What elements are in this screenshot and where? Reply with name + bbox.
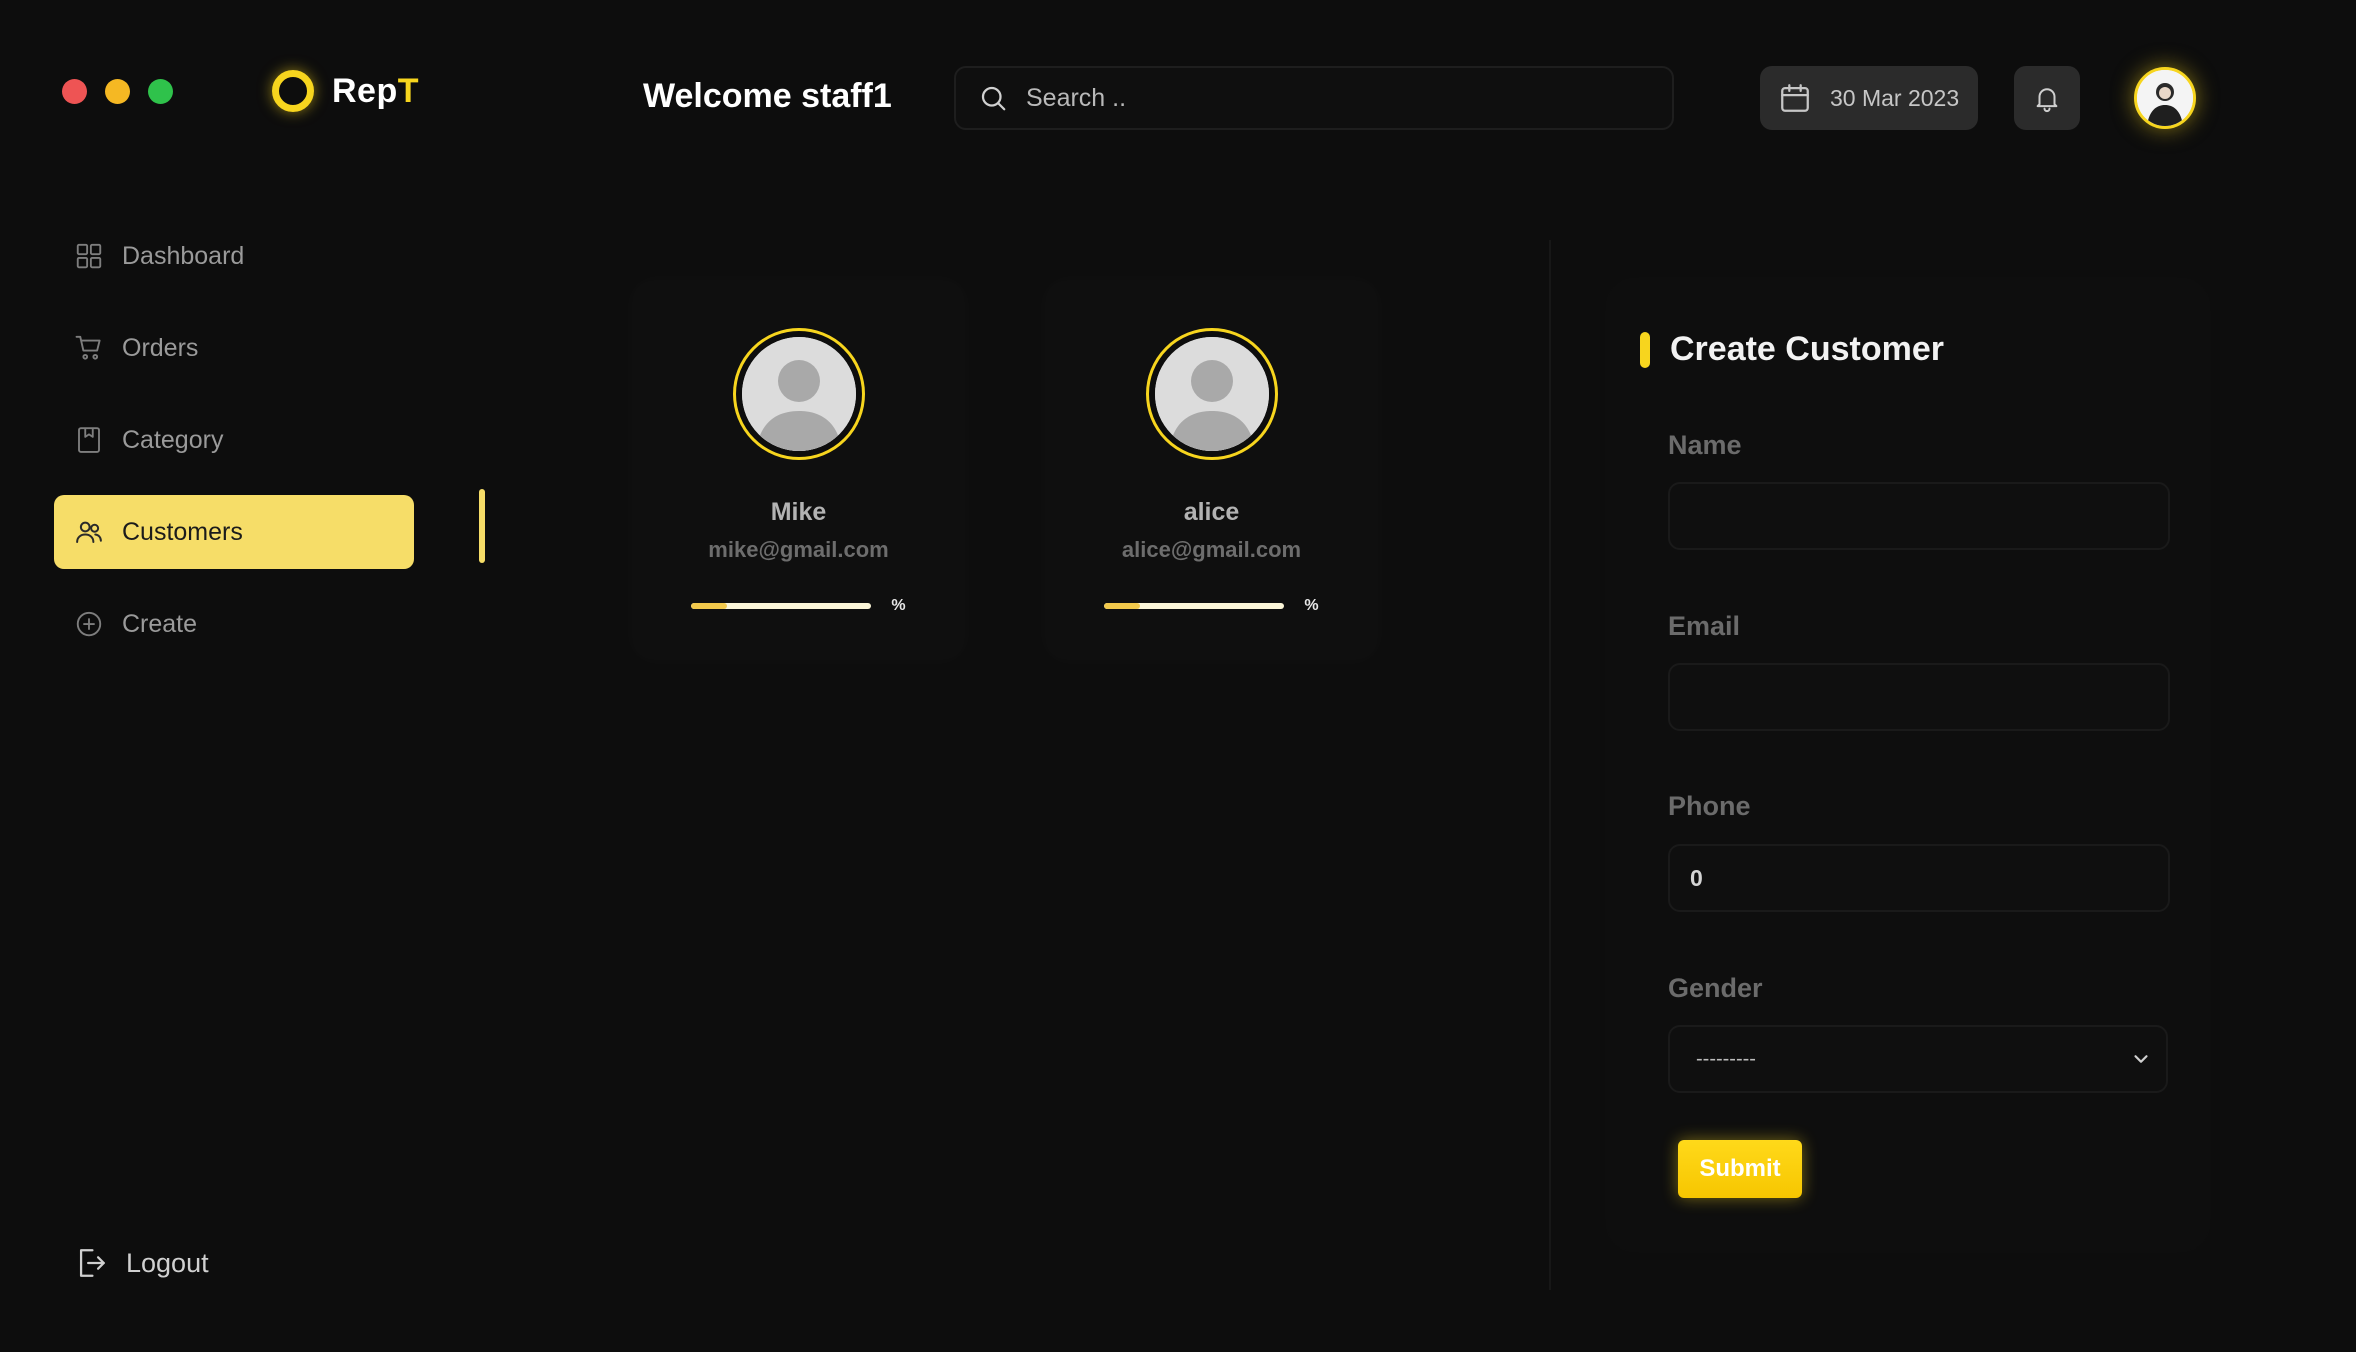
customer-cards: Mike mike@gmail.com % alice alice@gmail.… (632, 280, 1378, 660)
customer-card[interactable]: alice alice@gmail.com % (1045, 280, 1378, 660)
progress-percent: % (1304, 597, 1319, 614)
email-label: Email (1668, 611, 1741, 641)
default-avatar-icon (1154, 337, 1269, 451)
phone-field[interactable] (1668, 844, 2170, 912)
sidebar-item-dashboard[interactable]: Dashboard (54, 219, 414, 293)
logout-label: Logout (126, 1247, 209, 1278)
bookmark-icon (78, 427, 100, 453)
brand-name: RepT (332, 71, 420, 110)
sidebar-item-label: Create (122, 609, 198, 638)
customer-name: alice (1183, 498, 1240, 526)
customer-card[interactable]: Mike mike@gmail.com % (632, 280, 965, 660)
customer-email: mike@gmail.com (708, 537, 889, 562)
gender-label: Gender (1668, 973, 1763, 1003)
form-header: Create Customer (1640, 330, 1944, 369)
name-field[interactable] (1668, 482, 2170, 550)
form-title: Create Customer (1670, 330, 1944, 368)
progress-fill (691, 603, 728, 609)
progress-percent: % (891, 597, 906, 614)
cart-icon (75, 335, 101, 360)
logout-icon (79, 1249, 105, 1277)
user-avatar[interactable] (2134, 67, 2196, 129)
progress-track (691, 603, 872, 609)
bell-icon (2036, 88, 2058, 113)
search-icon (981, 86, 1006, 111)
plus-circle-icon (76, 611, 102, 637)
logout-button[interactable]: Logout (74, 1246, 209, 1280)
customer-avatar (1145, 328, 1278, 460)
sidebar-item-orders[interactable]: Orders (54, 311, 414, 385)
brand-logo[interactable]: RepT (272, 70, 419, 112)
create-customer-form: Create Customer Name Email Phone Gender … (1608, 280, 2208, 1250)
name-label: Name (1668, 430, 1742, 460)
customer-email: alice@gmail.com (1121, 537, 1302, 562)
sidebar-nav: Dashboard Orders Category Customers Crea… (54, 219, 414, 679)
logo-ring-icon (272, 70, 314, 112)
app-window: RepT Welcome staff1 30 Mar 2023 Dashboar… (0, 0, 2356, 1352)
chevron-down-icon (2134, 1055, 2148, 1063)
email-field[interactable] (1668, 663, 2170, 731)
customer-avatar (732, 328, 865, 460)
users-icon (76, 521, 102, 543)
progress-track (1104, 603, 1285, 609)
calendar-icon (1781, 84, 1809, 112)
date-text: 30 Mar 2023 (1830, 84, 1960, 111)
progress-fill (1104, 603, 1141, 609)
content-divider (1549, 240, 1551, 1290)
close-window-button[interactable] (62, 79, 87, 104)
search-bar[interactable] (954, 66, 1674, 130)
sidebar-item-category[interactable]: Category (54, 403, 414, 477)
customer-progress: % (691, 597, 906, 615)
grid-icon (76, 243, 102, 269)
gender-select[interactable]: --------- (1668, 1025, 2168, 1093)
welcome-heading: Welcome staff1 (643, 77, 892, 115)
gender-selected-value: --------- (1696, 1047, 1756, 1070)
notifications-button[interactable] (2014, 66, 2080, 130)
sidebar-item-label: Customers (122, 517, 243, 546)
phone-label: Phone (1668, 791, 1751, 821)
maximize-window-button[interactable] (148, 79, 173, 104)
default-avatar-icon (741, 337, 856, 451)
sidebar-item-label: Category (122, 425, 224, 454)
search-input[interactable] (1026, 83, 1626, 113)
minimize-window-button[interactable] (105, 79, 130, 104)
date-display[interactable]: 30 Mar 2023 (1760, 66, 1978, 130)
sidebar-item-label: Dashboard (122, 241, 245, 270)
customer-progress: % (1104, 597, 1319, 615)
active-nav-indicator (479, 489, 485, 563)
sidebar-item-customers[interactable]: Customers (54, 495, 414, 569)
window-controls (62, 79, 173, 104)
submit-button[interactable]: Submit (1678, 1140, 1802, 1198)
user-photo-icon (2137, 70, 2193, 126)
title-accent-bar (1640, 331, 1650, 368)
customer-name: Mike (770, 498, 827, 526)
sidebar-item-label: Orders (122, 333, 199, 362)
sidebar-item-create[interactable]: Create (54, 587, 414, 661)
